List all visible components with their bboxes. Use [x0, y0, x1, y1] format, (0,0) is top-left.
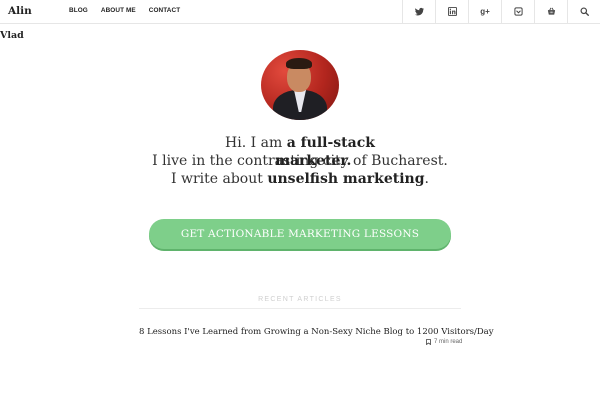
role-overlap-text: marketer. — [275, 153, 352, 169]
inbox-button[interactable] — [501, 0, 534, 23]
main-menu: BLOG ABOUT ME CONTACT — [69, 7, 180, 14]
cta-label: GET ACTIONABLE MARKETING LESSONS — [180, 228, 420, 240]
article-link[interactable]: 8 Lessons I've Learned from Growing a No… — [139, 327, 494, 337]
role-highlight: a full-stack — [286, 135, 375, 151]
twitter-icon — [414, 7, 424, 16]
site-logo[interactable]: Alin — [8, 5, 32, 17]
profile-avatar — [261, 50, 339, 120]
basket-button[interactable] — [534, 0, 567, 23]
marketing-lessons-cta-button[interactable]: GET ACTIONABLE MARKETING LESSONS — [149, 219, 451, 249]
intro-line-1: Hi. I am a full-stack — [225, 135, 375, 151]
intro-text: Hi. I am a full-stack I live in the cont… — [0, 134, 600, 188]
linkedin-button[interactable] — [435, 0, 468, 23]
search-icon — [579, 7, 589, 16]
site-logo-second-line[interactable]: Vlad — [0, 30, 24, 41]
nav-about-me-link[interactable]: ABOUT ME — [101, 7, 136, 14]
inbox-icon — [513, 7, 523, 16]
search-button[interactable] — [567, 0, 600, 23]
linkedin-icon — [447, 7, 457, 16]
intro-line-2: I live in the contrasting city of Buchar… — [152, 153, 448, 169]
nav-contact-link[interactable]: CONTACT — [149, 7, 180, 14]
topic-highlight: unselfish marketing — [267, 171, 425, 187]
bookmark-icon — [426, 339, 431, 345]
google-plus-button[interactable]: g+ — [468, 0, 501, 23]
divider — [139, 308, 461, 309]
social-links: g+ — [402, 0, 600, 23]
google-plus-icon: g+ — [480, 7, 490, 16]
twitter-button[interactable] — [402, 0, 435, 23]
basket-icon — [547, 7, 555, 15]
recent-articles-heading: RECENT ARTICLES — [258, 296, 342, 303]
intro-line-3: I write about unselfish marketing. — [171, 171, 429, 187]
top-navigation-bar: Alin BLOG ABOUT ME CONTACT g+ — [0, 0, 600, 24]
nav-blog-link[interactable]: BLOG — [69, 7, 88, 14]
read-time: 7 min read — [426, 339, 462, 345]
